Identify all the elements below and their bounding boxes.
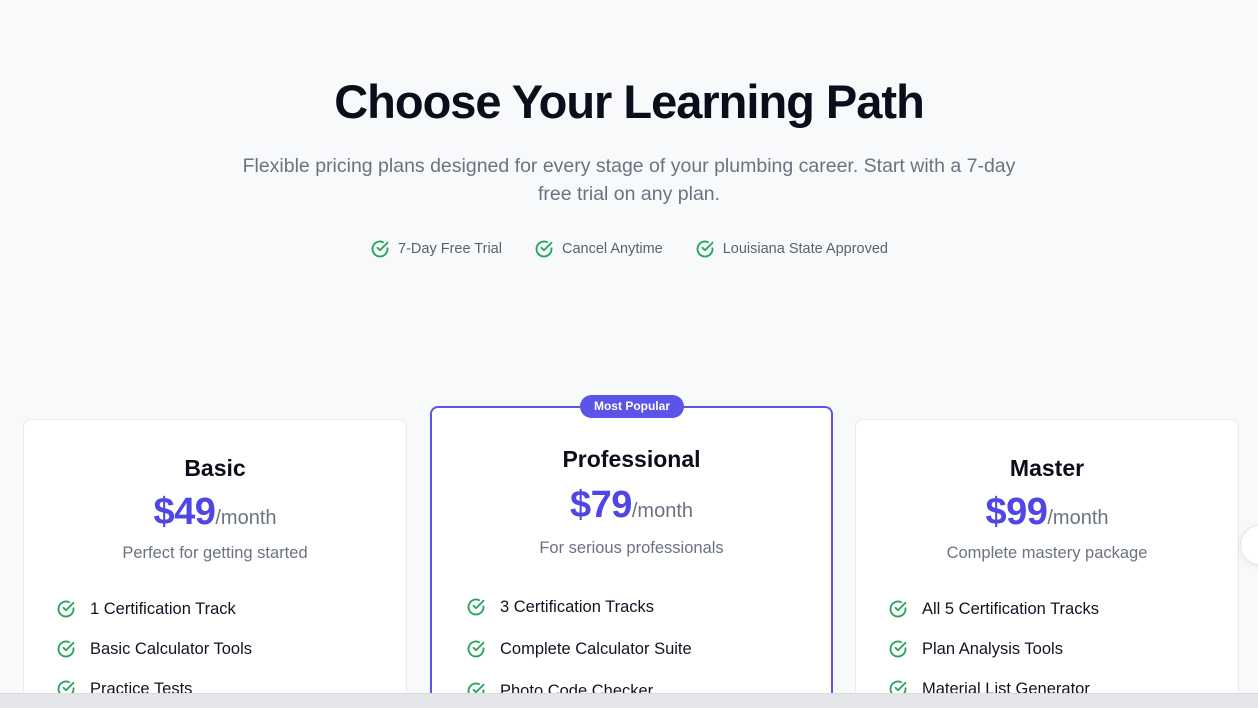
feature-label: All 5 Certification Tracks (922, 599, 1099, 618)
page-subtitle: Flexible pricing plans designed for ever… (242, 155, 1016, 205)
page-title: Choose Your Learning Path (334, 75, 925, 128)
trust-badges: 7-Day Free Trial Cancel Anytime Louisian… (0, 239, 1258, 259)
plan-description: Perfect for getting started (122, 544, 308, 562)
plan-description: Complete mastery package (946, 544, 1148, 562)
badge-label: Louisiana State Approved (722, 241, 888, 257)
feature-list: 1 Certification Track Basic Calculator T… (56, 589, 252, 708)
plan-name: Basic (184, 455, 246, 481)
plan-card-master[interactable]: Master $99/month Complete mastery packag… (855, 419, 1239, 708)
bottom-scrollbar[interactable] (0, 693, 1258, 708)
feature-item: All 5 Certification Tracks (888, 589, 1099, 629)
feature-label: 1 Certification Track (90, 599, 236, 618)
feature-item: Complete Calculator Suite (466, 629, 692, 669)
plan-period: /month (215, 507, 277, 529)
feature-item: 1 Certification Track (56, 589, 252, 629)
plan-price: $99 (985, 491, 1048, 533)
check-circle-icon (535, 240, 553, 258)
feature-label: 3 Certification Tracks (500, 597, 655, 616)
feature-list: 3 Certification Tracks Complete Calculat… (466, 587, 692, 708)
most-popular-badge: Most Popular (580, 395, 684, 418)
plan-card-professional[interactable]: Most Popular Professional $79/month For … (430, 395, 833, 708)
plan-card-basic[interactable]: Basic $49/month Perfect for getting star… (23, 419, 407, 708)
badge-cancel-anytime: Cancel Anytime (534, 239, 663, 259)
feature-label: Complete Calculator Suite (500, 639, 692, 658)
check-circle-icon (467, 598, 485, 616)
check-circle-icon (57, 640, 75, 658)
floating-action-button[interactable] (1240, 525, 1258, 565)
plan-description: For serious professionals (539, 539, 724, 557)
feature-item: Basic Calculator Tools (56, 629, 252, 669)
plan-period: /month (1047, 507, 1109, 529)
feature-label: Basic Calculator Tools (90, 639, 253, 658)
badge-label: 7-Day Free Trial (398, 241, 502, 257)
plan-price-row: $49/month (24, 491, 406, 534)
feature-label: Plan Analysis Tools (922, 639, 1063, 658)
plan-price-row: $99/month (856, 491, 1238, 534)
feature-item: Plan Analysis Tools (888, 629, 1099, 669)
check-circle-icon (889, 600, 907, 618)
check-circle-icon (889, 640, 907, 658)
plan-period: /month (631, 500, 694, 522)
plan-price: $49 (153, 491, 216, 533)
badge-state-approved: Louisiana State Approved (695, 239, 888, 259)
check-circle-icon (371, 240, 389, 258)
feature-item: 3 Certification Tracks (466, 587, 692, 627)
badge-free-trial: 7-Day Free Trial (370, 239, 502, 259)
plan-name: Master (1009, 455, 1085, 481)
check-circle-icon (696, 240, 714, 258)
check-circle-icon (467, 640, 485, 658)
plan-price: $79 (569, 484, 632, 526)
badge-label: Cancel Anytime (561, 241, 663, 257)
check-circle-icon (57, 600, 75, 618)
plan-name: Professional (562, 446, 701, 472)
plan-price-row: $79/month (432, 484, 831, 527)
feature-list: All 5 Certification Tracks Plan Analysis… (888, 589, 1099, 708)
